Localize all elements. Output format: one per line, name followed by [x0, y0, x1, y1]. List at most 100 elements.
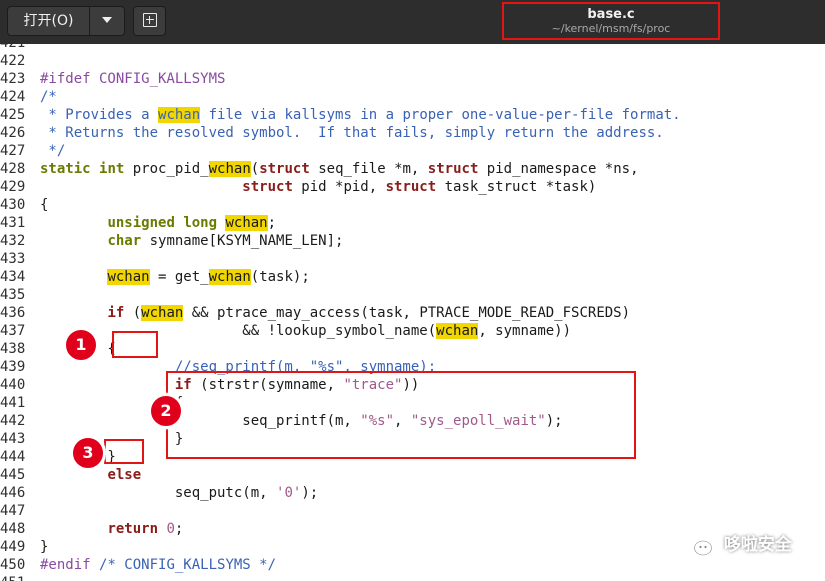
code-token: unsigned	[107, 215, 175, 231]
annotation-badge-3: 3	[70, 435, 106, 471]
code-line[interactable]: 432 char symname[KSYM_NAME_LEN];	[0, 232, 343, 250]
line-number: 442	[0, 413, 26, 429]
line-number: 441	[0, 395, 26, 411]
code-token: long	[183, 215, 218, 231]
code-token: wchan	[141, 305, 184, 321]
code-token: {	[40, 197, 49, 213]
line-number: 451	[0, 574, 40, 581]
code-line[interactable]: 421	[0, 44, 40, 52]
code-line[interactable]: 426 * Returns the resolved symbol. If th…	[0, 124, 664, 142]
code-token: struct	[259, 161, 310, 177]
code-line[interactable]: 429 struct pid *pid, struct task_struct …	[0, 178, 596, 196]
code-line[interactable]: 451	[0, 574, 40, 581]
line-number: 439	[0, 359, 26, 375]
highlight-box-1	[112, 331, 158, 358]
annotation-badge-2: 2	[148, 393, 184, 429]
code-line[interactable]: 430 {	[0, 196, 48, 214]
code-token: proc_pid_	[124, 161, 209, 177]
line-number: 425	[0, 107, 26, 123]
code-line[interactable]: 435	[0, 286, 40, 304]
code-line[interactable]: 427 */	[0, 142, 65, 160]
document-title: base.c ~/kernel/msm/fs/proc	[502, 2, 720, 40]
line-number: 447	[0, 503, 26, 519]
line-number: 446	[0, 485, 26, 501]
code-token: (task);	[250, 269, 310, 285]
code-token: */	[40, 143, 66, 159]
code-line[interactable]: 428 static int proc_pid_wchan(struct seq_…	[0, 160, 639, 178]
code-token: }	[40, 539, 49, 555]
code-token: ;	[174, 521, 184, 537]
code-token: = get_	[149, 269, 209, 285]
line-number: 426	[0, 125, 26, 141]
code-line[interactable]: 449}	[0, 538, 48, 556]
line-number: 428	[0, 161, 26, 177]
title-bar: 打开(O) base.c ~/kernel/msm/fs/proc	[0, 0, 825, 44]
code-token: , symname))	[478, 323, 572, 339]
open-button-label: 打开(O)	[23, 13, 74, 29]
code-token: );	[301, 485, 319, 501]
code-line[interactable]: 425 * Provides a wchan file via kallsyms…	[0, 106, 681, 124]
code-token: struct	[242, 179, 293, 195]
code-token: wchan	[107, 269, 150, 285]
code-token: * Returns the resolved symbol. If that f…	[40, 125, 664, 141]
open-menu-button[interactable]	[89, 6, 125, 36]
line-number: 435	[0, 287, 26, 303]
code-line[interactable]: 450 #endif /* CONFIG_KALLSYMS */	[0, 556, 276, 574]
line-number: 422	[0, 53, 26, 69]
code-token: '0'	[276, 485, 302, 501]
code-token: wchan	[208, 161, 251, 177]
line-number: 424	[0, 89, 26, 105]
code-token: && !lookup_symbol_name(	[40, 323, 437, 339]
code-line[interactable]: 445 else	[0, 466, 141, 484]
code-token: pid_namespace *ns,	[478, 161, 639, 177]
code-token: * Provides a	[40, 107, 159, 123]
line-number: 450	[0, 557, 26, 573]
annotation-badge-1: 1	[63, 327, 99, 363]
line-number: 434	[0, 269, 26, 285]
code-line[interactable]: 446 seq_putc(m, '0');	[0, 484, 318, 502]
code-token: wchan	[436, 323, 479, 339]
code-line[interactable]: 424 /*	[0, 88, 57, 106]
code-line[interactable]: 422	[0, 52, 40, 70]
code-token: /*	[40, 89, 57, 105]
line-number: 429	[0, 179, 26, 195]
code-line[interactable]: 431 unsigned long wchan;	[0, 214, 276, 232]
code-token: int	[99, 161, 125, 177]
code-line[interactable]: 436 if (wchan && ptrace_may_access(task,…	[0, 304, 630, 322]
new-document-button[interactable]	[133, 6, 166, 36]
watermark: 哆啦安全	[682, 530, 792, 560]
chevron-down-icon	[102, 17, 112, 23]
highlight-box-3	[104, 439, 144, 464]
line-number: 448	[0, 521, 26, 537]
code-token: wchan	[208, 269, 251, 285]
code-token: struct	[427, 161, 479, 177]
open-button[interactable]: 打开(O)	[7, 6, 90, 36]
code-token: #ifdef CONFIG_KALLSYMS	[40, 71, 226, 87]
code-token: pid *pid,	[292, 179, 386, 195]
code-line[interactable]: 433	[0, 250, 40, 268]
code-token: task_struct *task)	[436, 179, 597, 195]
code-token: struct	[385, 179, 437, 195]
code-token: wchan	[158, 107, 201, 123]
code-editor[interactable]: 421422 423 #ifdef CONFIG_KALLSYMS 424 /*425 …	[0, 44, 825, 581]
code-line[interactable]: 447	[0, 502, 40, 520]
highlight-box-2	[166, 371, 636, 459]
code-line[interactable]: 423 #ifdef CONFIG_KALLSYMS	[0, 70, 225, 88]
code-token: (	[124, 305, 142, 321]
code-token: wchan	[225, 215, 268, 231]
code-token: static	[40, 161, 91, 177]
code-token: #endif	[40, 557, 91, 573]
code-line[interactable]: 448 return 0;	[0, 520, 183, 538]
line-number: 438	[0, 341, 26, 357]
code-line[interactable]: 434 wchan = get_wchan(task);	[0, 268, 310, 286]
